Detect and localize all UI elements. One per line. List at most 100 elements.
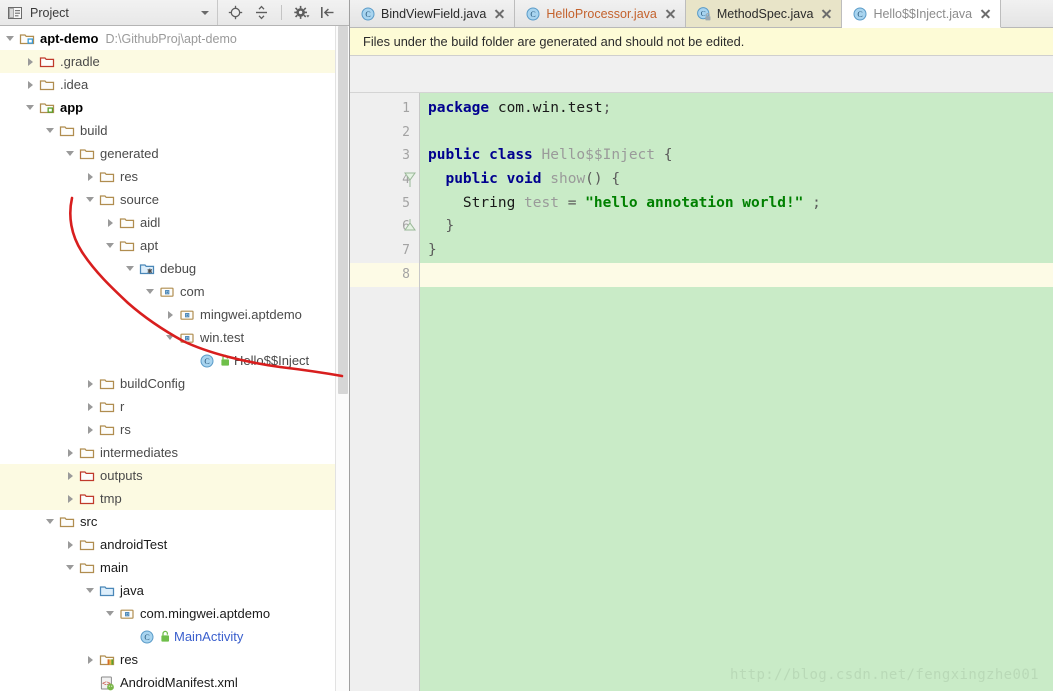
- tree-row[interactable]: source: [0, 188, 349, 211]
- tree-item-label: aidl: [140, 215, 161, 230]
- chevron-right-icon[interactable]: [65, 539, 76, 550]
- code-token: public: [445, 171, 498, 188]
- code-editor[interactable]: 12345678 package com.win.test; public cla…: [350, 93, 1053, 691]
- tree-row[interactable]: tmp: [0, 487, 349, 510]
- chevron-down-icon[interactable]: [45, 516, 56, 527]
- code-token: public: [428, 147, 481, 164]
- tree-row[interactable]: debug: [0, 257, 349, 280]
- tree-row[interactable]: res: [0, 165, 349, 188]
- tree-row[interactable]: app: [0, 96, 349, 119]
- chevron-down-icon[interactable]: [65, 148, 76, 159]
- tree-row[interactable]: buildConfig: [0, 372, 349, 395]
- tree-row[interactable]: rs: [0, 418, 349, 441]
- folder-icon: [39, 77, 55, 93]
- chevron-right-icon[interactable]: [85, 401, 96, 412]
- folder-icon: [99, 169, 115, 185]
- scrollbar-thumb[interactable]: [338, 26, 348, 394]
- tree-row[interactable]: androidTest: [0, 533, 349, 556]
- tree-row[interactable]: com.mingwei.aptdemo: [0, 602, 349, 625]
- tree-row[interactable]: C MainActivity: [0, 625, 349, 648]
- project-view-selector[interactable]: Project: [0, 0, 218, 25]
- hide-panel-icon[interactable]: [319, 4, 336, 21]
- collapse-all-icon[interactable]: [253, 4, 270, 21]
- tree-row[interactable]: win.test: [0, 326, 349, 349]
- line-number: 5: [402, 195, 410, 211]
- chevron-right-icon[interactable]: [85, 378, 96, 389]
- gear-icon[interactable]: [293, 4, 310, 21]
- chevron-down-icon[interactable]: [85, 585, 96, 596]
- chevron-right-icon[interactable]: [85, 424, 96, 435]
- folder-icon: [99, 399, 115, 415]
- chevron-right-icon[interactable]: [105, 217, 116, 228]
- tree-item-label: mingwei.aptdemo: [200, 307, 302, 322]
- tree-row[interactable]: C Hello$$Inject: [0, 349, 349, 372]
- tree-item-label: tmp: [100, 491, 122, 506]
- tree-row[interactable]: com: [0, 280, 349, 303]
- project-panel-toolbar: [218, 0, 336, 25]
- folder-icon: [79, 560, 95, 576]
- chevron-right-icon[interactable]: [65, 493, 76, 504]
- module-icon: [39, 100, 55, 116]
- chevron-right-icon[interactable]: [85, 171, 96, 182]
- locate-in-tree-icon[interactable]: [227, 4, 244, 21]
- tree-row[interactable]: r: [0, 395, 349, 418]
- project-tree-scroll-area[interactable]: apt-demo D:\GithubProj\apt-demo .gradle .id…: [0, 26, 349, 691]
- tree-row[interactable]: res: [0, 648, 349, 671]
- line-number: 7: [402, 243, 410, 259]
- chevron-right-icon[interactable]: [25, 56, 36, 67]
- chevron-down-icon[interactable]: [5, 33, 16, 44]
- tree-row[interactable]: generated: [0, 142, 349, 165]
- chevron-right-icon[interactable]: [85, 654, 96, 665]
- tree-item-label: generated: [100, 146, 159, 161]
- close-icon[interactable]: [980, 8, 991, 19]
- chevron-down-icon[interactable]: [105, 608, 116, 619]
- tree-item-label: Hello$$Inject: [234, 353, 310, 368]
- editor-area: C BindViewField.java C HelloProcessor.java C…: [350, 0, 1053, 691]
- editor-tab[interactable]: C BindViewField.java: [350, 0, 516, 27]
- editor-tab[interactable]: C Hello$$Inject.java: [842, 0, 1002, 28]
- editor-tab[interactable]: C MethodSpec.java: [685, 0, 843, 27]
- chevron-down-icon[interactable]: [25, 102, 36, 113]
- tree-row[interactable]: <> AndroidManifest.xml: [0, 671, 349, 691]
- module-root-icon: [19, 31, 35, 47]
- tree-row[interactable]: aidl: [0, 211, 349, 234]
- tree-row[interactable]: build: [0, 119, 349, 142]
- close-icon[interactable]: [665, 8, 676, 19]
- tree-row[interactable]: apt-demo D:\GithubProj\apt-demo: [0, 27, 349, 50]
- chevron-right-icon[interactable]: [65, 470, 76, 481]
- chevron-down-icon[interactable]: [85, 194, 96, 205]
- code-text[interactable]: package com.win.test; public class Hello$…: [420, 93, 1053, 691]
- chevron-down-icon[interactable]: [125, 263, 136, 274]
- close-icon[interactable]: [494, 8, 505, 19]
- editor-tab[interactable]: C HelloProcessor.java: [515, 0, 686, 27]
- chevron-right-icon[interactable]: [165, 309, 176, 320]
- close-icon[interactable]: [821, 8, 832, 19]
- chevron-right-icon[interactable]: [65, 447, 76, 458]
- chevron-down-icon[interactable]: [105, 240, 116, 251]
- chevron-down-icon[interactable]: [45, 125, 56, 136]
- line-number: 8: [350, 262, 419, 287]
- chevron-down-icon[interactable]: [165, 332, 176, 343]
- tree-item-label: app: [60, 100, 84, 115]
- tree-row[interactable]: apt: [0, 234, 349, 257]
- chevron-down-icon[interactable]: [201, 10, 209, 15]
- tree-row[interactable]: outputs: [0, 464, 349, 487]
- tree-row[interactable]: java: [0, 579, 349, 602]
- tree-row[interactable]: mingwei.aptdemo: [0, 303, 349, 326]
- chevron-right-icon[interactable]: [25, 79, 36, 90]
- fold-open-icon[interactable]: [403, 171, 417, 192]
- java-class-icon: C: [852, 6, 867, 21]
- chevron-down-icon[interactable]: [145, 286, 156, 297]
- tree-row[interactable]: intermediates: [0, 441, 349, 464]
- project-panel-scrollbar[interactable]: [335, 26, 349, 691]
- package-icon: [179, 307, 195, 323]
- tree-item-label: build: [80, 123, 108, 138]
- tree-row[interactable]: main: [0, 556, 349, 579]
- tree-row[interactable]: .idea: [0, 73, 349, 96]
- tree-row[interactable]: .gradle: [0, 50, 349, 73]
- tree-row[interactable]: src: [0, 510, 349, 533]
- fold-end-icon[interactable]: [403, 218, 417, 240]
- chevron-down-icon[interactable]: [65, 562, 76, 573]
